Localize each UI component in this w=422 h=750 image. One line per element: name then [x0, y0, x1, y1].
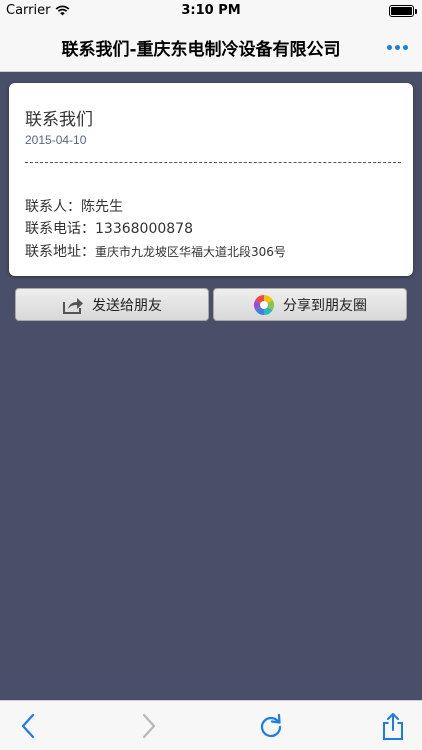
contact-address-row: 联系地址：重庆市九龙坡区华福大道北段306号	[25, 241, 286, 261]
send-to-friend-label: 发送给朋友	[92, 297, 162, 314]
moments-icon	[253, 294, 275, 315]
contact-address-value: 重庆市九龙坡区华福大道北段306号	[95, 245, 286, 259]
contact-phone-label: 联系电话：	[25, 221, 95, 237]
contact-person-label: 联系人：	[25, 199, 81, 215]
contact-person-row: 联系人：陈先生	[25, 196, 123, 216]
contact-phone-value[interactable]: 13368000878	[95, 221, 193, 237]
page-content: 联系我们 2015-04-10 联系人：陈先生 联系电话：13368000878…	[0, 72, 422, 700]
navigation-bar: 联系我们-重庆东电制冷设备有限公司	[0, 22, 422, 72]
share-to-moments-label: 分享到朋友圈	[283, 297, 367, 314]
forward-button[interactable]	[135, 713, 161, 739]
more-icon	[386, 44, 392, 50]
more-button[interactable]	[382, 36, 412, 58]
dashed-divider	[25, 162, 401, 163]
refresh-icon	[260, 713, 282, 738]
card-date: 2015-04-10	[25, 133, 87, 147]
contact-phone-row: 联系电话：13368000878	[25, 218, 193, 238]
back-chevron-icon	[21, 713, 35, 739]
back-button[interactable]	[16, 713, 42, 739]
battery-icon	[389, 5, 417, 17]
share-arrow-icon	[63, 297, 83, 314]
share-button[interactable]	[380, 713, 406, 740]
contact-card: 联系我们 2015-04-10 联系人：陈先生 联系电话：13368000878…	[9, 83, 413, 276]
card-title: 联系我们	[25, 110, 93, 130]
contact-person-value: 陈先生	[81, 199, 123, 215]
send-to-friend-button[interactable]: 发送给朋友	[15, 288, 209, 321]
share-to-moments-button[interactable]: 分享到朋友圈	[213, 288, 407, 321]
forward-chevron-icon	[142, 713, 156, 739]
refresh-button[interactable]	[258, 713, 284, 739]
contact-address-label: 联系地址：	[25, 244, 95, 260]
status-time: 3:10 PM	[181, 3, 241, 18]
page-title: 联系我们-重庆东电制冷设备有限公司	[61, 40, 341, 60]
status-bar: Carrier 3:10 PM	[0, 0, 422, 22]
browser-toolbar	[0, 700, 422, 750]
share-icon	[383, 713, 403, 740]
